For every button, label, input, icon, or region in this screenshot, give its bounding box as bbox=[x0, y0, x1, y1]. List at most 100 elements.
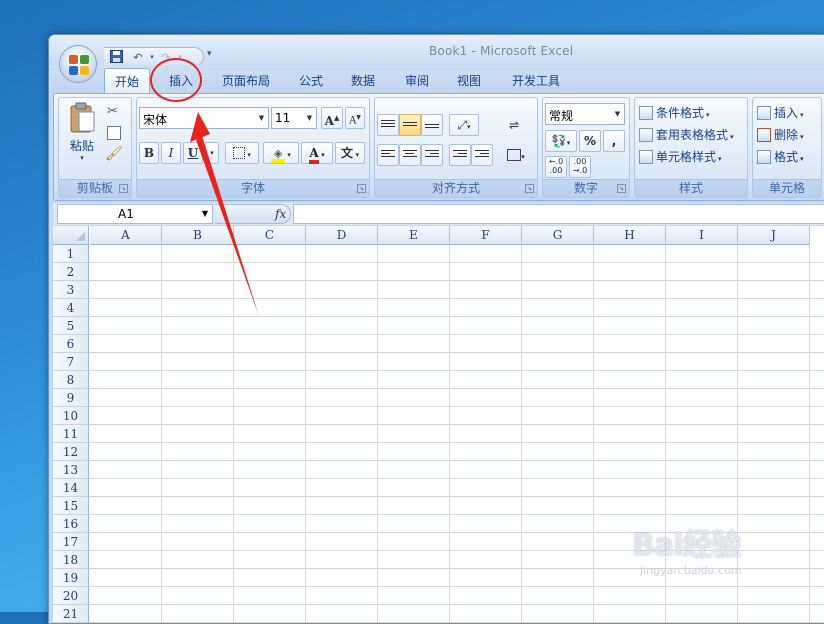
grow-font-button[interactable]: A▲ bbox=[321, 107, 343, 129]
middle-align-button[interactable] bbox=[399, 114, 421, 136]
tab-home[interactable]: 开始 bbox=[104, 68, 150, 94]
row-header[interactable]: 16 bbox=[53, 515, 89, 533]
row-header[interactable]: 20 bbox=[53, 587, 89, 605]
watermark: Bai经验 jingyan.baidu.com bbox=[632, 520, 792, 590]
format-cells-button[interactable]: 格式 ▾ bbox=[757, 148, 804, 168]
column-header[interactable]: H bbox=[594, 226, 666, 245]
row-header[interactable]: 6 bbox=[53, 335, 89, 353]
cut-icon[interactable]: ✂ bbox=[107, 104, 118, 119]
decrease-decimal-icon: .00 →.0 bbox=[572, 157, 588, 175]
grid-line bbox=[89, 352, 824, 353]
fill-color-icon: ◈ bbox=[271, 148, 286, 163]
row-header[interactable]: 10 bbox=[53, 407, 89, 425]
customize-qat-icon[interactable]: ▾ bbox=[207, 49, 212, 59]
column-header[interactable]: J bbox=[738, 226, 810, 245]
conditional-formatting-button[interactable]: 条件格式 ▾ bbox=[639, 104, 710, 124]
font-color-button[interactable]: A ▾ bbox=[301, 142, 333, 164]
formula-bar: A1 ▼ fx bbox=[53, 203, 824, 225]
underline-button[interactable]: U bbox=[183, 142, 203, 164]
fill-color-button[interactable]: ◈ ▾ bbox=[263, 142, 299, 164]
column-header[interactable]: B bbox=[162, 226, 234, 245]
grid-line bbox=[89, 316, 824, 317]
column-header[interactable]: I bbox=[666, 226, 738, 245]
percent-button[interactable]: % bbox=[579, 130, 601, 152]
wrap-text-button[interactable]: ⇌ bbox=[503, 114, 525, 136]
decrease-decimal-button[interactable]: .00 →.0 bbox=[569, 156, 591, 178]
tab-developer[interactable]: 开发工具 bbox=[509, 72, 563, 89]
column-header[interactable]: C bbox=[234, 226, 306, 245]
column-header[interactable]: E bbox=[378, 226, 450, 245]
paste-button[interactable]: 粘贴 ▾ bbox=[65, 102, 99, 172]
shrink-font-button[interactable]: A▼ bbox=[345, 107, 365, 129]
tab-formulas[interactable]: 公式 bbox=[297, 72, 325, 89]
row-header[interactable]: 9 bbox=[53, 389, 89, 407]
row-header[interactable]: 2 bbox=[53, 263, 89, 281]
tab-review[interactable]: 审阅 bbox=[403, 72, 431, 89]
clipboard-launcher-icon[interactable]: ↘ bbox=[119, 184, 128, 193]
row-header[interactable]: 15 bbox=[53, 497, 89, 515]
number-format-dropdown-icon[interactable]: ▼ bbox=[611, 104, 624, 124]
row-header[interactable]: 3 bbox=[53, 281, 89, 299]
font-name-dropdown-icon[interactable]: ▼ bbox=[255, 108, 268, 128]
decrease-indent-button[interactable] bbox=[449, 144, 471, 166]
underline-dropdown-icon[interactable]: ▾ bbox=[205, 142, 219, 164]
font-size-combo[interactable]: 11 ▼ bbox=[271, 107, 317, 129]
column-header[interactable]: G bbox=[522, 226, 594, 245]
row-header[interactable]: 1 bbox=[53, 245, 89, 263]
select-all-corner[interactable] bbox=[53, 226, 89, 245]
row-header[interactable]: 17 bbox=[53, 533, 89, 551]
row-header[interactable]: 14 bbox=[53, 479, 89, 497]
formula-input[interactable] bbox=[293, 204, 824, 224]
format-painter-icon[interactable]: 🖌 bbox=[105, 146, 123, 162]
row-header[interactable]: 12 bbox=[53, 443, 89, 461]
row-header[interactable]: 13 bbox=[53, 461, 89, 479]
italic-button[interactable]: I bbox=[161, 142, 181, 164]
bottom-align-button[interactable] bbox=[421, 114, 443, 136]
copy-icon[interactable] bbox=[107, 126, 121, 140]
format-as-table-button[interactable]: 套用表格格式 ▾ bbox=[639, 126, 734, 146]
tab-page-layout[interactable]: 页面布局 bbox=[219, 72, 273, 89]
font-group: 宋体 ▼ 11 ▼ A▲ A▼ B I U ▾ ▾ ◈ ▾ A ▾ 文 ▾ 字体… bbox=[136, 97, 370, 198]
row-header[interactable]: 18 bbox=[53, 551, 89, 569]
save-icon[interactable] bbox=[108, 50, 124, 65]
row-header[interactable]: 7 bbox=[53, 353, 89, 371]
font-launcher-icon[interactable]: ↘ bbox=[357, 184, 366, 193]
currency-button[interactable]: 💱▾ bbox=[545, 130, 577, 152]
number-format-combo[interactable]: 常规 ▼ bbox=[545, 103, 625, 125]
insert-cells-button[interactable]: 插入 ▾ bbox=[757, 104, 804, 124]
borders-button[interactable]: ▾ bbox=[225, 142, 259, 164]
bold-button[interactable]: B bbox=[139, 142, 159, 164]
font-name-combo[interactable]: 宋体 ▼ bbox=[139, 107, 269, 129]
tab-view[interactable]: 视图 bbox=[455, 72, 483, 89]
row-header[interactable]: 19 bbox=[53, 569, 89, 587]
font-size-dropdown-icon[interactable]: ▼ bbox=[303, 108, 316, 128]
merge-center-button[interactable]: ▾ bbox=[501, 144, 531, 166]
alignment-launcher-icon[interactable]: ↘ bbox=[525, 184, 534, 193]
row-header[interactable]: 11 bbox=[53, 425, 89, 443]
column-header[interactable]: F bbox=[450, 226, 522, 245]
name-box-dropdown-icon[interactable]: ▼ bbox=[202, 205, 208, 223]
phonetic-button[interactable]: 文 ▾ bbox=[335, 142, 365, 164]
cell-styles-button[interactable]: 单元格样式 ▾ bbox=[639, 148, 722, 168]
row-header[interactable]: 8 bbox=[53, 371, 89, 389]
window-title: Book1 - Microsoft Excel bbox=[429, 44, 574, 58]
orientation-button[interactable]: ⤢▾ bbox=[449, 114, 479, 136]
increase-indent-button[interactable] bbox=[471, 144, 493, 166]
increase-decimal-button[interactable]: ←.0.00 bbox=[545, 156, 567, 178]
office-button[interactable] bbox=[59, 45, 97, 83]
column-header[interactable]: D bbox=[306, 226, 378, 245]
column-header[interactable]: A bbox=[90, 226, 162, 245]
align-left-button[interactable] bbox=[377, 144, 399, 166]
align-right-button[interactable] bbox=[421, 144, 443, 166]
align-center-button[interactable] bbox=[399, 144, 421, 166]
comma-button[interactable]: , bbox=[603, 130, 625, 152]
row-header[interactable]: 21 bbox=[53, 605, 89, 623]
delete-cells-button[interactable]: 删除 ▾ bbox=[757, 126, 804, 146]
name-box[interactable]: A1 ▼ bbox=[57, 204, 213, 224]
fx-icon[interactable]: fx bbox=[275, 207, 286, 221]
tab-data[interactable]: 数据 bbox=[349, 72, 377, 89]
top-align-button[interactable] bbox=[377, 114, 399, 136]
row-header[interactable]: 4 bbox=[53, 299, 89, 317]
number-launcher-icon[interactable]: ↘ bbox=[617, 184, 626, 193]
row-header[interactable]: 5 bbox=[53, 317, 89, 335]
